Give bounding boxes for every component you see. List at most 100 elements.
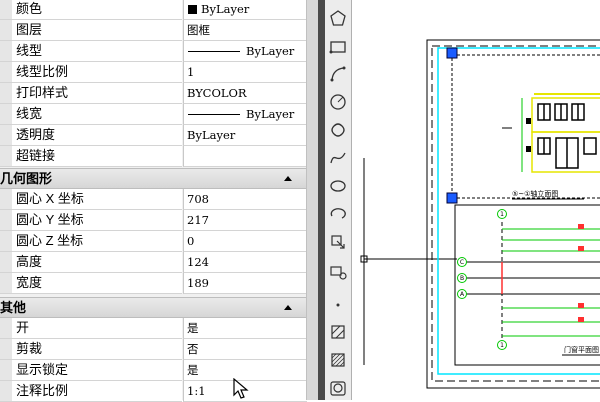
property-row[interactable]: 剪裁 否 [0,339,307,360]
revision-cloud-icon[interactable] [328,120,348,140]
property-value[interactable]: ByLayer [183,0,307,20]
property-row[interactable]: 宽度 189 [0,273,307,294]
property-label-text: 透明度 [16,127,56,142]
property-value-text: 0 [187,234,195,248]
property-label: 开 [0,318,182,339]
property-value[interactable]: ByLayer [183,41,307,62]
rectangle-icon[interactable] [328,37,348,57]
property-value-text: ByLayer [201,2,250,16]
property-row[interactable]: 图层 图框 [0,20,307,41]
property-value[interactable]: 1 [183,62,307,83]
elevation-title: ⑤~①轴立面图 [512,189,558,198]
property-row[interactable]: 打印样式 BYCOLOR [0,83,307,104]
property-label: 图层 [0,20,182,41]
property-value-text: BYCOLOR [187,86,247,100]
collapse-arrow-icon[interactable] [284,305,292,310]
property-row[interactable]: 线宽 ByLayer [0,104,307,125]
property-value[interactable]: 217 [183,210,307,231]
grid-bubbles [457,209,507,350]
property-label: 宽度 [0,273,182,294]
hatch-icon[interactable] [328,322,348,342]
category-title: 几何图形 [0,171,53,186]
property-value[interactable]: 124 [183,252,307,273]
property-row[interactable]: 颜色 ByLayer [0,0,307,20]
property-value[interactable]: 图框 [183,20,307,41]
make-block-icon[interactable] [328,262,348,282]
property-row[interactable]: 圆心 Z 坐标 0 [0,231,307,252]
property-value[interactable]: 是 [183,318,307,339]
collapse-arrow-icon[interactable] [284,176,292,181]
circle-icon[interactable] [328,92,348,112]
arc-icon[interactable] [328,64,348,84]
property-row[interactable]: 圆心 Y 坐标 217 [0,210,307,231]
drawing-canvas[interactable]: ⑤~①轴立面图 1 C B A 1 门窗平面图 [352,0,600,400]
linetype-preview-icon [188,51,240,52]
category-misc[interactable]: 其他 [0,297,306,318]
grid-label-top: 1 [500,211,504,218]
property-label-text: 开 [16,320,30,335]
polygon-icon[interactable] [328,8,348,28]
property-value-text: 是 [187,363,199,377]
property-value-text: 是 [187,321,199,335]
property-label-text: 线宽 [16,106,43,121]
spline-icon[interactable] [328,148,348,168]
property-label-text: 超链接 [16,148,56,163]
property-value-text: 708 [187,192,209,206]
property-value[interactable] [183,146,307,167]
property-value[interactable]: 189 [183,273,307,294]
elevation-viewport [451,54,600,199]
property-value-text: 1 [187,65,195,79]
category-geometry[interactable]: 几何图形 [0,168,306,189]
property-row[interactable]: 超链接 [0,146,307,167]
property-row[interactable]: 圆心 X 坐标 708 [0,189,307,210]
property-value-text: ByLayer [246,107,295,121]
property-value[interactable]: 0 [183,231,307,252]
property-label: 圆心 X 坐标 [0,189,182,210]
facade-level-tag [526,118,531,124]
property-value[interactable]: 否 [183,339,307,360]
property-row[interactable]: 注释比例 1:1 [0,381,307,402]
property-value-text: 189 [187,276,209,290]
ellipse-icon[interactable] [328,176,348,196]
property-row[interactable]: 线型比例 1 [0,62,307,83]
draw-toolbar [325,0,352,400]
property-value-text: 124 [187,255,209,269]
property-row[interactable]: 开是 [0,318,307,339]
property-row[interactable]: 透明度 ByLayer [0,125,307,146]
property-row[interactable]: 线型 ByLayer [0,41,307,62]
ellipse-arc-icon[interactable] [328,204,348,224]
property-label-text: 圆心 Z 坐标 [16,233,84,248]
property-label-text: 圆心 Y 坐标 [16,212,84,227]
property-value-text: 图框 [187,23,210,37]
property-row[interactable]: 高度 124 [0,252,307,273]
property-value[interactable]: BYCOLOR [183,83,307,104]
property-label-text: 圆心 X 坐标 [16,191,84,206]
property-row[interactable]: 显示锁定 是 [0,360,307,381]
category-title: 其他 [0,300,27,315]
property-label: 线型比例 [0,62,182,83]
property-label-text: 线型比例 [16,64,69,79]
insert-block-icon[interactable] [328,232,348,252]
sheet-border-dashed [431,45,600,382]
corner-grip-top [446,47,458,59]
plan-walls [465,261,600,295]
property-label: 线宽 [0,104,182,125]
property-value-text: 否 [187,342,199,356]
property-label: 圆心 Y 坐标 [0,210,182,231]
point-icon[interactable] [328,295,348,315]
viewport-frame [437,47,600,375]
corner-grip-bottom [446,192,458,204]
property-label: 线型 [0,41,182,62]
palette-divider [318,0,325,400]
property-value[interactable]: ByLayer [183,104,307,125]
property-value[interactable]: 708 [183,189,307,210]
plan-door-tags [578,224,584,322]
gradient-icon[interactable] [328,350,348,370]
property-label-text: 图层 [16,22,43,37]
property-value[interactable]: ByLayer [183,125,307,146]
plan-title: 门窗平面图 [564,345,599,354]
property-label: 打印样式 [0,83,182,104]
properties-palette: 颜色 ByLayer 图层 图框 线型 ByLayer 线型比例 1 打印样式 BYCOLOR 线宽… [0,0,307,402]
property-label: 透明度 [0,125,182,146]
region-icon[interactable] [328,378,348,398]
